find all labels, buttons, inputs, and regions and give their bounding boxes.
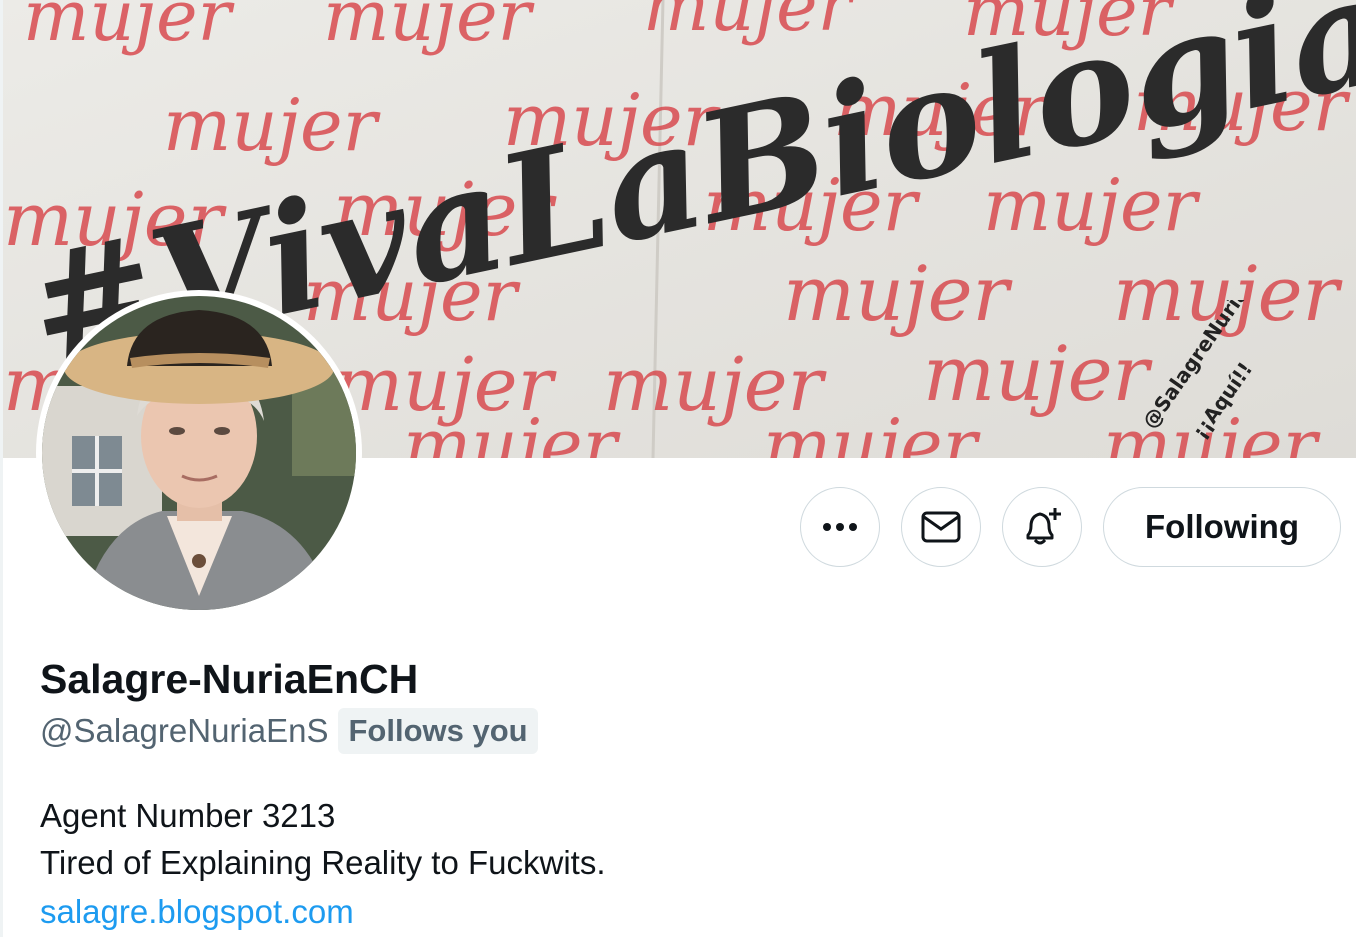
handle-row: @SalagreNuriaEnS Follows you [40,708,538,754]
banner-background-word: mujer [763,403,981,458]
banner-signature: @SalagreNuriaEn1 ¡¡Aquí!! [1137,300,1277,443]
display-name: Salagre-NuriaEnCH [40,656,419,702]
avatar-photo [42,296,356,610]
more-options-button[interactable] [800,487,880,567]
user-handle: @SalagreNuriaEnS [40,712,329,749]
banner-background-word: mujer [23,0,235,57]
website-link[interactable]: salagre.blogspot.com [40,889,354,935]
bell-plus-icon [1026,508,1061,545]
bio-line: Tired of Explaining Reality to Fuckwits. [40,844,606,881]
banner-background-word: mujer [783,249,1014,338]
banner-background-word: mujer [323,0,535,57]
banner-background-word: mujer [643,0,855,47]
more-horizontal-icon [823,523,857,531]
following-button[interactable]: Following [1103,487,1341,567]
avatar[interactable] [36,290,362,616]
bio-line: Agent Number 3213 [40,797,336,834]
follows-you-badge: Follows you [338,708,538,754]
banner-background-word: mujer [163,83,381,167]
envelope-icon [921,511,961,543]
notify-button[interactable] [1002,487,1082,567]
profile-page: mujer mujer mujer mujer mujer mujer muje… [0,0,1356,937]
banner-background-word: mujer [403,403,621,458]
message-button[interactable] [901,487,981,567]
